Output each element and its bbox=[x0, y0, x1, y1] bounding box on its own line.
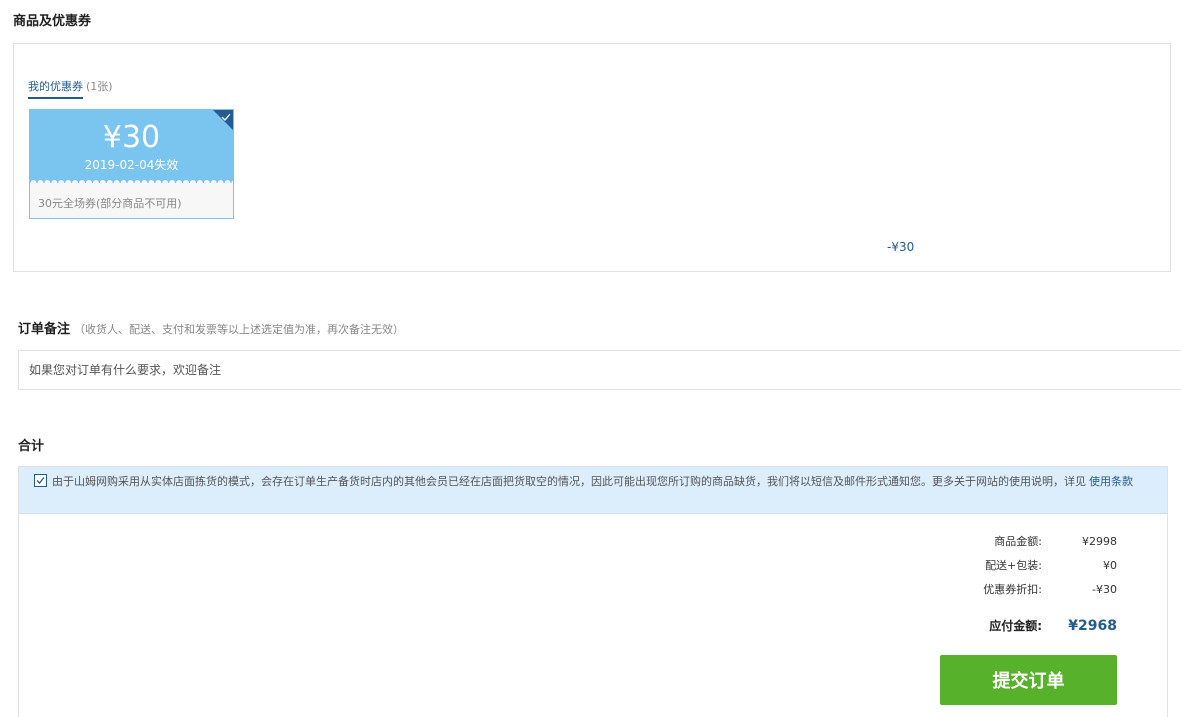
stock-notice-body: 由于山姆网购采用从实体店面拣货的模式，会存在订单生产备货时店内的其他会员已经在店… bbox=[52, 475, 1086, 488]
selected-check-icon bbox=[213, 110, 233, 130]
remark-title: 订单备注 bbox=[18, 322, 71, 337]
terms-of-use-link[interactable]: 使用条款 bbox=[1089, 475, 1133, 488]
total-section-title: 合计 bbox=[18, 439, 45, 454]
stock-notice-text: 由于山姆网购采用从实体店面拣货的模式，会存在订单生产备货时店内的其他会员已经在店… bbox=[34, 471, 1139, 492]
checkmark-icon bbox=[36, 477, 45, 484]
stock-notice: 由于山姆网购采用从实体店面拣货的模式，会存在订单生产备货时店内的其他会员已经在店… bbox=[19, 467, 1167, 514]
coupon-wave-edge bbox=[30, 180, 233, 187]
coupon-panel: 我的优惠券 (1张) ¥30 2019-02-04失效 30元全场券(部分商品不可… bbox=[13, 43, 1171, 272]
coupon-expiry: 2019-02-04失效 bbox=[84, 158, 179, 172]
tab-my-coupons[interactable]: 我的优惠券 bbox=[28, 78, 83, 99]
summary-row-payable: 应付金额: ¥2968 bbox=[952, 617, 1117, 634]
remark-hint: （收货人、配送、支付和发票等以上述选定值为准，再次备注无效） bbox=[74, 323, 405, 336]
summary-value: ¥2998 bbox=[1082, 535, 1117, 548]
summary-label: 商品金额: bbox=[994, 535, 1042, 548]
goods-section-title: 商品及优惠券 bbox=[13, 14, 92, 29]
coupon-discount-value: -¥30 bbox=[887, 240, 915, 254]
remark-header: 订单备注 （收货人、配送、支付和发票等以上述选定值为准，再次备注无效） bbox=[18, 318, 404, 337]
coupon-amount: ¥30 bbox=[102, 120, 161, 155]
coupon-count: (1张) bbox=[86, 80, 113, 93]
coupon-card[interactable]: ¥30 2019-02-04失效 30元全场券(部分商品不可用) bbox=[29, 109, 234, 219]
notice-checkbox[interactable] bbox=[34, 474, 47, 487]
order-remark-input[interactable] bbox=[18, 350, 1181, 390]
payable-amount: ¥2968 bbox=[1068, 618, 1117, 634]
summary-row-coupon: 优惠券折扣: -¥30 bbox=[952, 581, 1117, 597]
summary-row-goods: 商品金额: ¥2998 bbox=[952, 533, 1117, 549]
submit-order-button[interactable]: 提交订单 bbox=[940, 655, 1117, 705]
summary-label: 优惠券折扣: bbox=[983, 583, 1042, 596]
coupon-tabs: 我的优惠券 (1张) bbox=[28, 78, 113, 99]
coupon-description: 30元全场券(部分商品不可用) bbox=[38, 197, 182, 210]
summary-label: 配送+包装: bbox=[985, 559, 1042, 572]
payable-label: 应付金额: bbox=[989, 619, 1042, 633]
total-panel: 由于山姆网购采用从实体店面拣货的模式，会存在订单生产备货时店内的其他会员已经在店… bbox=[18, 466, 1168, 717]
summary-value: -¥30 bbox=[1092, 583, 1117, 596]
summary-row-shipping: 配送+包装: ¥0 bbox=[952, 557, 1117, 573]
summary-value: ¥0 bbox=[1103, 559, 1117, 572]
